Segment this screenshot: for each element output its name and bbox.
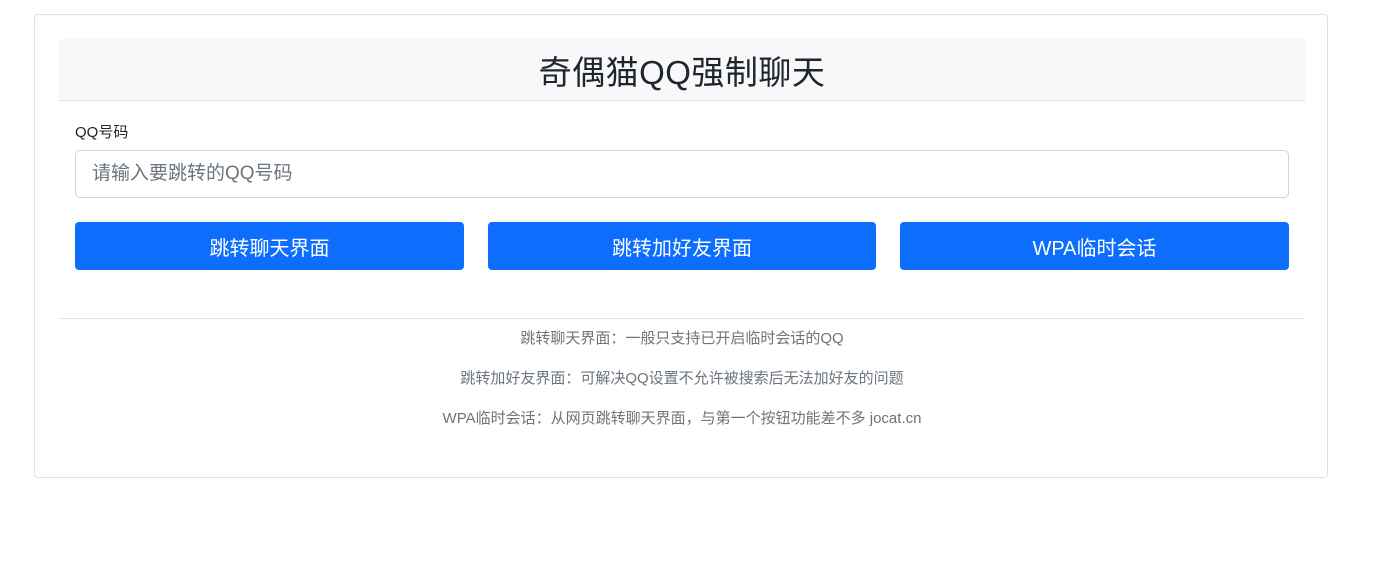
wpa-temp-chat-button[interactable]: WPA临时会话	[900, 222, 1289, 270]
qq-number-input[interactable]	[75, 150, 1289, 198]
qq-number-label: QQ号码	[75, 124, 129, 141]
main-card: 奇偶猫QQ强制聊天 QQ号码 跳转聊天界面 跳转加好友界面 WPA临时会话 跳转…	[34, 14, 1328, 478]
card-header: 奇偶猫QQ强制聊天	[59, 39, 1305, 101]
page-title: 奇偶猫QQ强制聊天	[538, 53, 826, 91]
page: 奇偶猫QQ强制聊天 QQ号码 跳转聊天界面 跳转加好友界面 WPA临时会话 跳转…	[0, 0, 1384, 580]
note-wpa: WPA临时会话：从网页跳转聊天界面，与第一个按钮功能差不多 jocat.cn	[442, 410, 922, 427]
jump-chat-button[interactable]: 跳转聊天界面	[75, 222, 464, 270]
note-chat: 跳转聊天界面：一般只支持已开启临时会话的QQ	[520, 330, 844, 347]
jump-add-friend-button[interactable]: 跳转加好友界面	[488, 222, 876, 270]
note-add-friend: 跳转加好友界面：可解决QQ设置不允许被搜索后无法加好友的问题	[460, 370, 904, 387]
help-notes: 跳转聊天界面：一般只支持已开启临时会话的QQ 跳转加好友界面：可解决QQ设置不允…	[59, 319, 1305, 439]
